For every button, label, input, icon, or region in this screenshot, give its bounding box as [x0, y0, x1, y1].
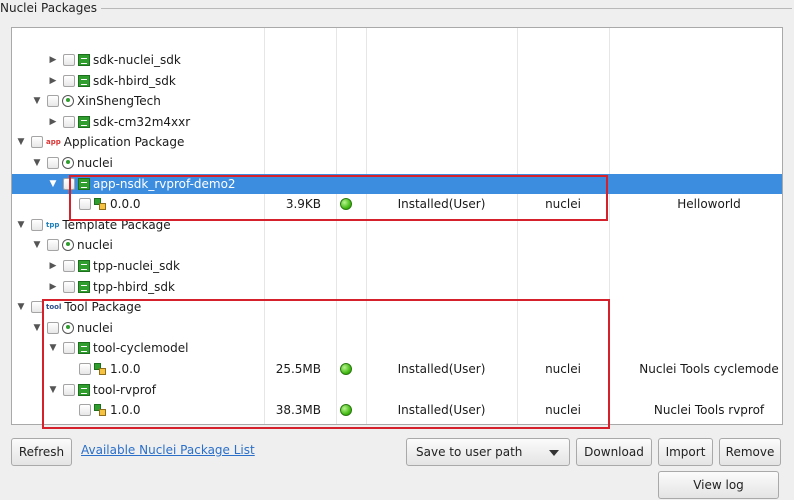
app-category-icon: app: [46, 138, 61, 147]
expand-right-icon[interactable]: ▶: [47, 71, 59, 91]
vendor-user-icon: [62, 239, 74, 252]
tree-row-label: nuclei: [77, 238, 113, 253]
tree-row-label: Application Package: [63, 135, 185, 150]
row-checkbox[interactable]: [47, 157, 59, 169]
save-path-combobox[interactable]: Save to user path: [406, 438, 570, 466]
row-checkbox[interactable]: [63, 280, 75, 293]
tree-row-label: tpp-hbird_sdk: [93, 279, 175, 294]
vendor-user-icon: [62, 95, 74, 108]
expand-down-icon[interactable]: ▼: [15, 132, 27, 152]
tree-row-label: tpp-nuclei_sdk: [93, 259, 180, 273]
refresh-button[interactable]: Refresh: [11, 438, 72, 466]
available-package-list-link[interactable]: Available Nuclei Package List: [81, 443, 255, 457]
tree-row-label: sdk-hbird_sdk: [93, 73, 176, 88]
description-cell: Helloworld: [677, 197, 741, 212]
highlight-box-tool: [42, 299, 610, 429]
description-cell: Nuclei Tools cyclemode: [639, 362, 779, 376]
download-button[interactable]: Download: [576, 438, 652, 466]
chevron-down-icon: [549, 450, 559, 456]
tree-row[interactable]: ▼ nuclei: [12, 235, 782, 255]
row-checkbox[interactable]: [47, 239, 59, 252]
package-icon: [78, 280, 90, 293]
tree-row[interactable]: ▶ sdk-nuclei_sdk: [12, 50, 782, 70]
expand-down-icon[interactable]: ▼: [15, 297, 27, 317]
view-log-button[interactable]: View log: [658, 471, 779, 499]
vendor-user-icon: [62, 157, 74, 169]
expand-right-icon[interactable]: ▶: [47, 50, 59, 70]
import-button[interactable]: Import: [658, 438, 713, 466]
row-checkbox[interactable]: [63, 260, 75, 272]
row-checkbox[interactable]: [31, 218, 43, 231]
tree-row[interactable]: ▼ app Application Package: [12, 132, 782, 152]
tree-row[interactable]: ▼ nuclei: [12, 153, 782, 173]
tpp-category-icon: tpp: [46, 220, 60, 229]
package-icon: [78, 260, 90, 272]
package-icon: [78, 74, 90, 87]
row-checkbox[interactable]: [63, 54, 75, 66]
expand-down-icon[interactable]: ▼: [31, 235, 43, 255]
expand-down-icon[interactable]: ▼: [15, 215, 27, 235]
description-cell: Nuclei Tools rvprof: [653, 403, 765, 418]
package-icon: [78, 54, 90, 66]
expand-down-icon[interactable]: ▼: [47, 174, 59, 194]
expand-down-icon[interactable]: ▼: [31, 153, 43, 173]
highlight-box-app: [69, 175, 608, 221]
tree-row[interactable]: ▶ tpp-hbird_sdk: [12, 277, 782, 297]
row-checkbox[interactable]: [47, 95, 59, 108]
expand-right-icon[interactable]: ▶: [47, 112, 59, 132]
tree-row-label: XinShengTech: [77, 94, 161, 109]
tree-row[interactable]: ▶ tpp-nuclei_sdk: [12, 256, 782, 276]
tree-row[interactable]: ▶ sdk-hbird_sdk: [12, 71, 782, 91]
package-icon: [78, 115, 90, 128]
group-title: Nuclei Packages: [0, 1, 102, 15]
row-checkbox[interactable]: [31, 136, 43, 149]
remove-button[interactable]: Remove: [719, 438, 781, 466]
expand-right-icon[interactable]: ▶: [47, 277, 59, 297]
expand-right-icon[interactable]: ▶: [47, 256, 59, 276]
row-checkbox[interactable]: [63, 115, 75, 128]
save-path-label: Save to user path: [416, 445, 523, 459]
tree-row[interactable]: ▼ XinShengTech: [12, 91, 782, 111]
expand-down-icon[interactable]: ▼: [31, 91, 43, 111]
row-checkbox[interactable]: [63, 74, 75, 87]
tree-row[interactable]: ▶ sdk-cm32m4xxr: [12, 112, 782, 132]
tree-row-label: sdk-nuclei_sdk: [93, 53, 181, 67]
tree-row-label: nuclei: [77, 156, 113, 170]
tree-row-label: sdk-cm32m4xxr: [93, 114, 191, 129]
